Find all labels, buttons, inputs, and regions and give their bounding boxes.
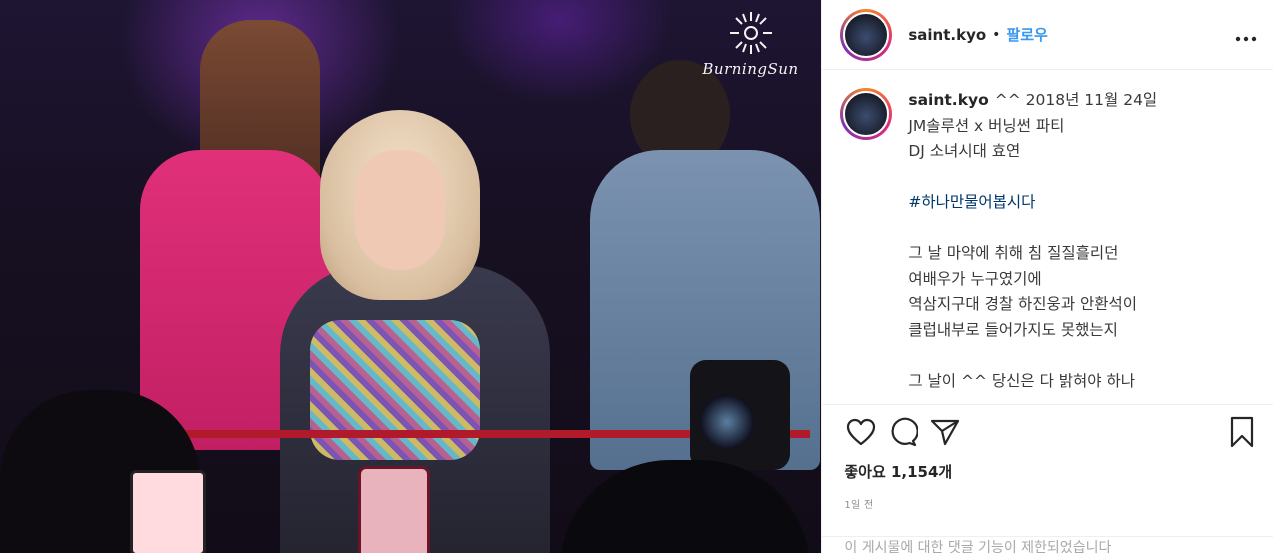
caption-line: 그 날 마약에 취해 침 질질흘리던 — [908, 244, 1119, 262]
action-icons — [822, 413, 1273, 451]
dj-face — [355, 150, 445, 270]
header-username[interactable]: saint.kyo — [908, 26, 986, 44]
caption-line: 여배우가 누구였기에 — [908, 269, 1042, 288]
dj-sequin-top — [310, 320, 480, 460]
watermark-text: BurningSun — [702, 60, 799, 78]
share-icon — [931, 419, 960, 446]
caption-avatar[interactable] — [840, 88, 893, 140]
phone-screen-center — [358, 466, 430, 553]
post-header: saint.kyo • 팔로우 — [822, 0, 1273, 70]
camera-lens — [700, 395, 754, 449]
separator-dot: • — [992, 26, 1001, 43]
caption-username[interactable]: saint.kyo — [908, 91, 988, 109]
share-button[interactable] — [928, 415, 962, 449]
caption-line: DJ 소녀시대 효연 — [908, 142, 1021, 160]
comment-icon — [891, 417, 919, 447]
burning-sun-logo: BurningSun — [688, 8, 813, 88]
caption: saint.kyo ^^ 2018년 11월 24일 JM솔루션 x 버닝썬 파티… — [840, 88, 1261, 388]
caption-line: JM솔루션 x 버닝썬 파티 — [908, 116, 1065, 135]
caption-text: saint.kyo ^^ 2018년 11월 24일 JM솔루션 x 버닝썬 파티… — [908, 88, 1157, 388]
post-modal: BurningSun saint.kyo • 팔로우 saint.kyo ^^ 2… — [0, 0, 1273, 556]
post-sidebar: saint.kyo • 팔로우 saint.kyo ^^ 2018년 11월 24… — [821, 0, 1273, 556]
sun-logo-icon — [729, 12, 772, 54]
comment-button[interactable] — [886, 415, 920, 449]
caption-line: ^^ 2018년 11월 24일 — [994, 91, 1158, 109]
caption-avatar-image — [843, 91, 890, 137]
post-timestamp[interactable]: 1일 전 — [822, 496, 1273, 511]
hashtag-link[interactable]: #하나만물어봅시다 — [908, 190, 1157, 216]
caption-line: 그 날이 ^^ 당신은 다 밝혀야 하나 — [908, 371, 1136, 389]
caption-line: 클럽내부로 들어가지도 못했는지 — [908, 320, 1118, 339]
follow-button[interactable]: 팔로우 — [1006, 24, 1047, 45]
likes-count[interactable]: 좋아요 1,154개 — [822, 461, 1273, 482]
avatar[interactable] — [840, 8, 893, 61]
bookmark-icon — [1230, 416, 1254, 448]
post-actions: 좋아요 1,154개 1일 전 — [822, 404, 1273, 511]
more-options-icon[interactable] — [1235, 23, 1257, 47]
save-button[interactable] — [1225, 415, 1259, 449]
caption-line: 역삼지구대 경찰 하진웅과 안환석이 — [908, 295, 1138, 313]
like-button[interactable] — [844, 415, 878, 449]
post-photo[interactable]: BurningSun — [0, 0, 822, 553]
phone-screen-left — [130, 470, 206, 553]
crowd-silhouette-right — [560, 460, 810, 553]
more-horizontal-icon — [1235, 36, 1257, 41]
avatar-image — [843, 11, 890, 58]
comment-restricted-notice: 이 게시물에 대한 댓글 기능이 제한되었습니다 — [822, 536, 1273, 559]
heart-icon — [847, 418, 876, 446]
